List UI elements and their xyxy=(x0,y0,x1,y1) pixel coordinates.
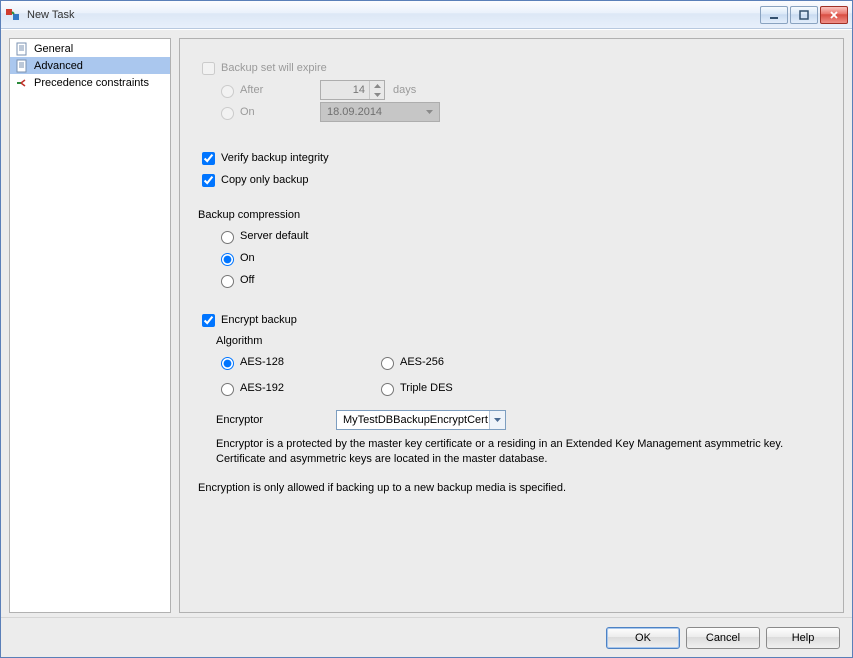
verify-label: Verify backup integrity xyxy=(221,152,329,164)
expire-on-label: On xyxy=(240,106,320,118)
nav-item-label: General xyxy=(34,43,73,55)
expire-days-spinner xyxy=(320,80,385,100)
expire-after-row: After days xyxy=(216,79,825,101)
help-button-label: Help xyxy=(792,632,815,644)
expire-checkbox-row: Backup set will expire xyxy=(198,57,825,79)
verify-row: Verify backup integrity xyxy=(198,147,825,169)
constraints-icon xyxy=(14,75,30,91)
algo-aes192-label: AES-192 xyxy=(240,382,284,394)
encryptor-label: Encryptor xyxy=(216,414,336,426)
expire-days-unit: days xyxy=(393,84,416,96)
encryptor-combobox[interactable]: MyTestDBBackupEncryptCert xyxy=(336,410,506,430)
ok-button[interactable]: OK xyxy=(606,627,680,649)
encryptor-note: Encryptor is a protected by the master k… xyxy=(216,437,825,467)
chevron-down-icon xyxy=(489,411,505,429)
compression-title: Backup compression xyxy=(198,209,825,221)
client-area: General Advanced Precedence constraints xyxy=(1,29,852,657)
compression-on-radio[interactable] xyxy=(221,253,234,266)
ok-button-label: OK xyxy=(635,632,651,644)
app-icon xyxy=(5,7,21,23)
compression-off-label: Off xyxy=(240,274,254,286)
algo-aes128-radio[interactable] xyxy=(221,357,234,370)
close-button[interactable] xyxy=(820,6,848,24)
algorithm-title: Algorithm xyxy=(216,335,825,347)
expire-on-radio xyxy=(221,107,234,120)
content-panel: Backup set will expire After days xyxy=(179,38,844,613)
compression-serverdefault-label: Server default xyxy=(240,230,308,242)
copyonly-label: Copy only backup xyxy=(221,174,308,186)
compression-off-radio[interactable] xyxy=(221,275,234,288)
algo-aes256-label: AES-256 xyxy=(400,356,444,368)
nav-item-label: Advanced xyxy=(34,60,83,72)
algo-aes256-radio[interactable] xyxy=(381,357,394,370)
window-title: New Task xyxy=(27,9,74,21)
verify-checkbox[interactable] xyxy=(202,152,215,165)
page-icon xyxy=(14,58,30,74)
encryptor-value: MyTestDBBackupEncryptCert xyxy=(343,414,488,426)
algo-tripledes-label: Triple DES xyxy=(400,382,453,394)
page-icon xyxy=(14,41,30,57)
copyonly-checkbox[interactable] xyxy=(202,174,215,187)
dialog-footer: OK Cancel Help xyxy=(1,617,852,657)
chevron-down-icon xyxy=(426,110,433,114)
dialog-window: New Task General xyxy=(0,0,853,658)
expire-days-input xyxy=(321,81,369,99)
encrypt-checkbox[interactable] xyxy=(202,314,215,327)
help-button[interactable]: Help xyxy=(766,627,840,649)
nav-item-precedence[interactable]: Precedence constraints xyxy=(10,74,170,91)
titlebar[interactable]: New Task xyxy=(1,1,852,29)
nav-item-label: Precedence constraints xyxy=(34,77,149,89)
spin-down-icon xyxy=(370,90,384,99)
expire-on-date: 18.09.2014 xyxy=(320,102,440,122)
algo-aes128-label: AES-128 xyxy=(240,356,284,368)
encryption-media-note: Encryption is only allowed if backing up… xyxy=(198,481,825,496)
maximize-button[interactable] xyxy=(790,6,818,24)
expire-label: Backup set will expire xyxy=(221,62,327,74)
expire-after-radio xyxy=(221,85,234,98)
expire-checkbox xyxy=(202,62,215,75)
algo-tripledes-radio[interactable] xyxy=(381,383,394,396)
expire-on-row: On 18.09.2014 xyxy=(216,101,825,123)
minimize-button[interactable] xyxy=(760,6,788,24)
expire-on-date-value: 18.09.2014 xyxy=(327,106,382,118)
algo-aes192-radio[interactable] xyxy=(221,383,234,396)
nav-tree[interactable]: General Advanced Precedence constraints xyxy=(9,38,171,613)
expire-after-label: After xyxy=(240,84,320,96)
copyonly-row: Copy only backup xyxy=(198,169,825,191)
compression-serverdefault-radio[interactable] xyxy=(221,231,234,244)
encrypt-label: Encrypt backup xyxy=(221,314,297,326)
nav-item-advanced[interactable]: Advanced xyxy=(10,57,170,74)
spin-up-icon xyxy=(370,81,384,90)
cancel-button[interactable]: Cancel xyxy=(686,627,760,649)
compression-on-label: On xyxy=(240,252,255,264)
cancel-button-label: Cancel xyxy=(706,632,740,644)
nav-item-general[interactable]: General xyxy=(10,40,170,57)
